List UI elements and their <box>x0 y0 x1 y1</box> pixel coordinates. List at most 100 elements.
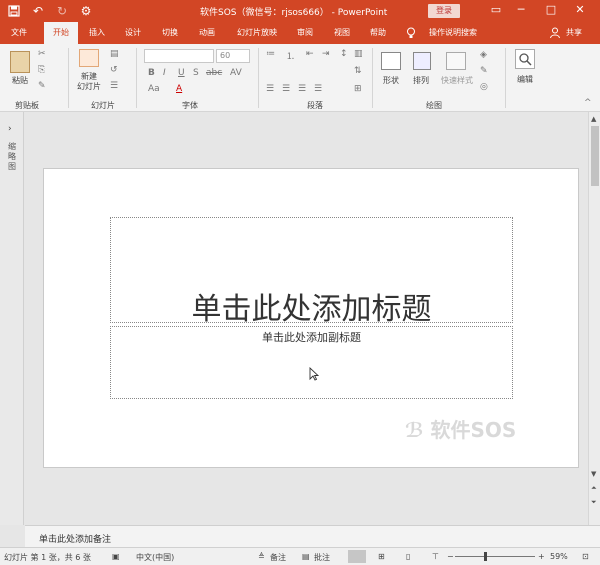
vertical-scrollbar[interactable]: ▲ ▼ ⏶ ⏷ <box>588 112 600 525</box>
paste-icon[interactable] <box>10 51 30 73</box>
columns-icon[interactable]: ▥ <box>354 49 363 59</box>
slide-sorter-icon[interactable]: ⊞ <box>378 552 385 561</box>
login-button[interactable]: 登录 <box>428 4 460 18</box>
undo-icon[interactable]: ↶ <box>30 3 46 19</box>
copy-icon[interactable]: ⎘ <box>38 65 45 75</box>
minimize-button[interactable]: ─ <box>513 3 529 16</box>
title-placeholder-text: 单击此处添加标题 <box>191 292 432 327</box>
lightbulb-icon <box>404 22 418 44</box>
editing-button[interactable]: 编辑 <box>510 74 540 85</box>
subtitle-placeholder-text: 单击此处添加副标题 <box>262 331 361 344</box>
numbering-icon[interactable]: ⒈ <box>286 49 295 62</box>
comments-icon[interactable]: ▤ <box>302 552 310 561</box>
notes-pane[interactable]: 单击此处添加备注 <box>25 525 600 547</box>
quick-access-toolbar: ↶ ↻ ⚙ <box>6 3 94 19</box>
close-button[interactable]: ✕ <box>572 3 588 16</box>
scroll-thumb[interactable] <box>591 126 599 186</box>
shape-fill-icon[interactable]: ◈ <box>480 50 487 60</box>
zoom-level[interactable]: 59% <box>550 552 568 561</box>
save-icon[interactable] <box>6 3 22 19</box>
title-placeholder[interactable]: 单击此处添加标题 <box>110 217 513 327</box>
tab-transitions[interactable]: 切换 <box>155 22 185 44</box>
tab-slideshow[interactable]: 幻灯片放映 <box>228 22 286 44</box>
expand-thumbnails-icon[interactable]: › <box>8 124 12 134</box>
cut-icon[interactable]: ✂ <box>38 49 46 59</box>
notes-toggle-button[interactable]: 备注 <box>270 552 286 563</box>
maximize-button[interactable]: □ <box>543 3 559 16</box>
tab-file[interactable]: 文件 <box>4 22 34 44</box>
thumbnail-label[interactable]: 缩略图 <box>8 142 18 172</box>
text-direction-icon[interactable]: ⇅ <box>354 66 362 76</box>
format-painter-icon[interactable]: ✎ <box>38 81 46 91</box>
comments-toggle-button[interactable]: 批注 <box>314 552 330 563</box>
quick-styles-button[interactable]: 快速样式 <box>436 75 478 86</box>
shapes-icon[interactable] <box>381 52 401 70</box>
customize-qat-icon[interactable]: ⚙ <box>78 3 94 19</box>
ribbon-display-options-icon[interactable]: ▭ <box>488 3 504 16</box>
layout-icon[interactable]: ▤ <box>110 49 119 59</box>
zoom-slider-handle[interactable] <box>484 552 487 561</box>
group-paragraph: 段落 <box>307 101 323 110</box>
reset-icon[interactable]: ↺ <box>110 65 118 75</box>
quick-styles-icon[interactable] <box>446 52 466 70</box>
align-center-icon[interactable]: ☰ <box>282 84 290 94</box>
tab-view[interactable]: 视图 <box>327 22 357 44</box>
outdent-icon[interactable]: ⇥ <box>322 49 330 59</box>
tab-animations[interactable]: 动画 <box>192 22 222 44</box>
line-spacing-icon[interactable]: ↕ <box>340 49 348 59</box>
previous-slide-icon[interactable]: ⏶ <box>591 484 597 493</box>
scroll-down-icon[interactable]: ▼ <box>591 470 596 478</box>
shape-effects-icon[interactable]: ◎ <box>480 82 488 92</box>
tab-review[interactable]: 审阅 <box>290 22 320 44</box>
arrange-icon[interactable] <box>413 52 431 70</box>
notes-placeholder: 单击此处添加备注 <box>39 535 112 545</box>
notes-icon[interactable]: ≜ <box>258 552 265 561</box>
align-left-icon[interactable]: ☰ <box>266 84 274 94</box>
tell-me-search[interactable]: 操作说明搜索 <box>420 22 486 44</box>
align-right-icon[interactable]: ☰ <box>298 84 306 94</box>
font-color-button[interactable]: A <box>176 84 182 94</box>
bold-button[interactable]: B <box>148 68 155 78</box>
tab-help[interactable]: 帮助 <box>363 22 393 44</box>
slideshow-view-icon[interactable]: ⊤ <box>432 552 439 561</box>
spellcheck-icon[interactable]: ▣ <box>112 552 120 561</box>
shape-outline-icon[interactable]: ✎ <box>480 66 488 76</box>
tab-home[interactable]: 开始 <box>44 22 78 44</box>
fit-slide-icon[interactable]: ⊡ <box>582 552 589 561</box>
bullets-icon[interactable]: ≔ <box>266 49 275 59</box>
underline-button[interactable]: U <box>178 68 185 78</box>
shapes-button[interactable]: 形状 <box>376 75 406 86</box>
tab-insert[interactable]: 插入 <box>82 22 112 44</box>
watermark: ℬ 软件SOS <box>405 418 517 442</box>
paste-label[interactable]: 粘贴 <box>6 75 34 86</box>
user-icon <box>549 22 561 44</box>
find-icon[interactable] <box>515 49 535 69</box>
change-case-button[interactable]: Aa <box>148 84 160 94</box>
zoom-slider[interactable] <box>455 556 535 557</box>
redo-icon[interactable]: ↻ <box>54 3 70 19</box>
collapse-ribbon-icon[interactable]: ^ <box>584 98 592 108</box>
font-name-dropdown[interactable] <box>144 49 214 63</box>
normal-view-icon[interactable] <box>348 550 366 563</box>
justify-icon[interactable]: ☰ <box>314 84 322 94</box>
shadow-button[interactable]: S <box>193 68 199 78</box>
new-slide-icon[interactable] <box>79 49 99 67</box>
zoom-in-button[interactable]: + <box>538 552 545 561</box>
section-icon[interactable]: ☰ <box>110 81 118 91</box>
scroll-up-icon[interactable]: ▲ <box>591 115 596 123</box>
smartart-icon[interactable]: ⊞ <box>354 84 362 94</box>
tab-design[interactable]: 设计 <box>118 22 148 44</box>
next-slide-icon[interactable]: ⏷ <box>591 498 597 507</box>
share-button[interactable]: 共享 <box>562 22 586 44</box>
char-spacing-button[interactable]: AV <box>230 68 242 78</box>
font-size-dropdown[interactable]: 60 <box>216 49 250 63</box>
strikethrough-button[interactable]: abc <box>206 68 222 78</box>
arrange-button[interactable]: 排列 <box>406 75 436 86</box>
subtitle-placeholder[interactable]: 单击此处添加副标题 <box>110 326 513 399</box>
italic-button[interactable]: I <box>163 68 166 78</box>
indent-icon[interactable]: ⇤ <box>306 49 314 59</box>
zoom-out-button[interactable]: − <box>447 552 454 561</box>
reading-view-icon[interactable]: ▯ <box>406 552 410 561</box>
new-slide-button[interactable]: 新建 幻灯片 <box>72 72 106 92</box>
language-indicator[interactable]: 中文(中国) <box>136 552 174 563</box>
